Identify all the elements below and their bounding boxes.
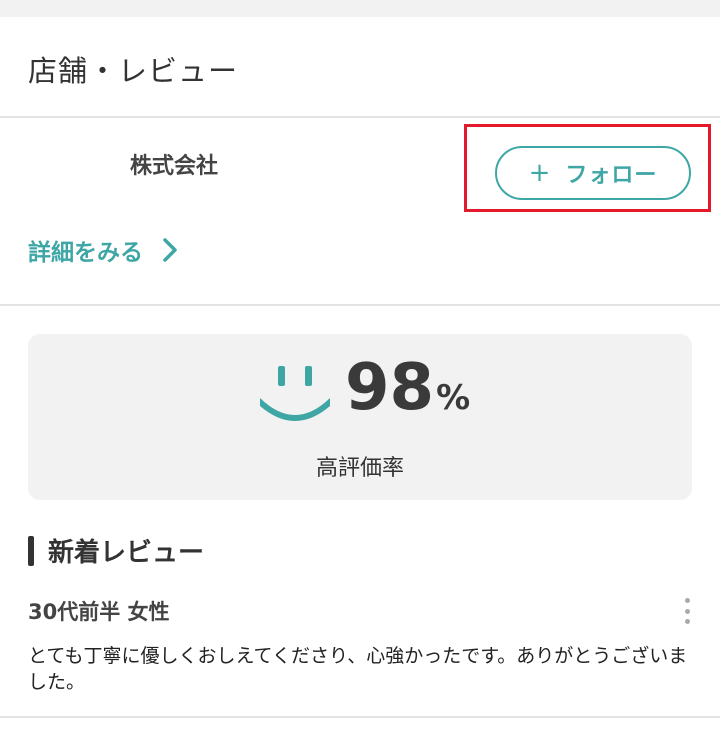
rating-percent: 98% bbox=[345, 356, 470, 420]
rating-unit: % bbox=[436, 378, 471, 418]
divider bbox=[0, 304, 720, 306]
follow-button-label: フォロー bbox=[565, 163, 658, 188]
rating-card: 98% 高評価率 bbox=[28, 334, 692, 500]
rating-value: 98 bbox=[345, 351, 435, 425]
detail-link-label: 詳細をみる bbox=[28, 240, 143, 266]
heading-bar bbox=[28, 535, 34, 566]
detail-link[interactable]: 詳細をみる bbox=[28, 233, 181, 267]
plus-icon: + bbox=[528, 158, 552, 188]
shop-name: 株式会社 bbox=[130, 154, 219, 179]
new-reviews-label: 新着レビュー bbox=[48, 538, 205, 568]
kebab-menu-icon[interactable] bbox=[682, 598, 692, 624]
divider bbox=[0, 116, 720, 118]
divider bbox=[0, 716, 720, 718]
smile-icon bbox=[260, 366, 330, 421]
review-text: とても丁寧に優しくおしえてくださり、心強かったです。ありがとうございました。 bbox=[28, 645, 688, 693]
new-reviews-heading: 新着レビュー bbox=[28, 532, 204, 569]
reviewer-label: 30代前半 女性 bbox=[28, 600, 170, 624]
chevron-right-icon bbox=[163, 238, 177, 262]
rating-label: 高評価率 bbox=[315, 456, 404, 481]
follow-button[interactable]: + フォロー bbox=[495, 146, 691, 200]
page-title: 店舗・レビュー bbox=[28, 54, 239, 88]
top-strip bbox=[0, 0, 720, 17]
